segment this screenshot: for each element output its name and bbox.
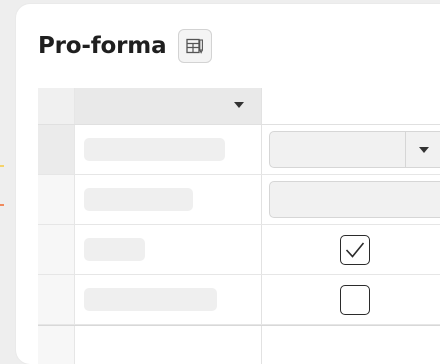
checkmark-icon (345, 242, 365, 258)
grid-cell[interactable] (75, 326, 262, 364)
page-title: Pro-forma (38, 33, 167, 59)
column-header-a[interactable] (75, 88, 262, 124)
loading-placeholder (84, 188, 193, 211)
grid-cell[interactable] (75, 175, 262, 224)
edge-accent-orange (0, 204, 4, 206)
edge-accent-yellow (0, 165, 4, 167)
grid-cell[interactable] (75, 125, 262, 174)
grid-cell[interactable] (262, 175, 440, 224)
grid-cell[interactable] (262, 125, 440, 174)
loading-placeholder (84, 238, 145, 261)
table-row (38, 225, 440, 275)
table-row (38, 125, 440, 175)
column-header-b[interactable] (262, 88, 440, 124)
row-index-cell[interactable] (38, 125, 75, 174)
grid-cell[interactable] (262, 326, 440, 364)
row-index-cell[interactable] (38, 326, 75, 364)
loading-placeholder (84, 138, 225, 161)
text-input[interactable] (269, 181, 440, 218)
table-row (38, 175, 440, 225)
corner-cell (38, 88, 75, 124)
checkbox-unchecked[interactable] (340, 285, 370, 315)
dropdown-divider (405, 132, 406, 167)
title-row: Pro-forma (38, 26, 213, 66)
row-index-cell[interactable] (38, 225, 75, 274)
loading-placeholder (84, 288, 217, 311)
checkbox-checked[interactable] (340, 235, 370, 265)
grid-cell[interactable] (75, 225, 262, 274)
grid-cell[interactable] (75, 275, 262, 324)
table-row (38, 275, 440, 325)
chevron-down-icon[interactable] (419, 147, 429, 153)
chevron-down-icon[interactable] (234, 102, 244, 108)
proforma-card: Pro-forma (16, 4, 440, 364)
data-grid (38, 88, 440, 364)
grid-header-row (38, 88, 440, 125)
row-index-cell[interactable] (38, 175, 75, 224)
table-row (38, 325, 440, 364)
grid-cell[interactable] (262, 275, 440, 324)
dropdown-select[interactable] (269, 131, 440, 168)
row-index-cell[interactable] (38, 275, 75, 324)
grid-cell[interactable] (262, 225, 440, 274)
table-view-button[interactable] (178, 29, 213, 63)
table-view-icon (186, 38, 204, 54)
